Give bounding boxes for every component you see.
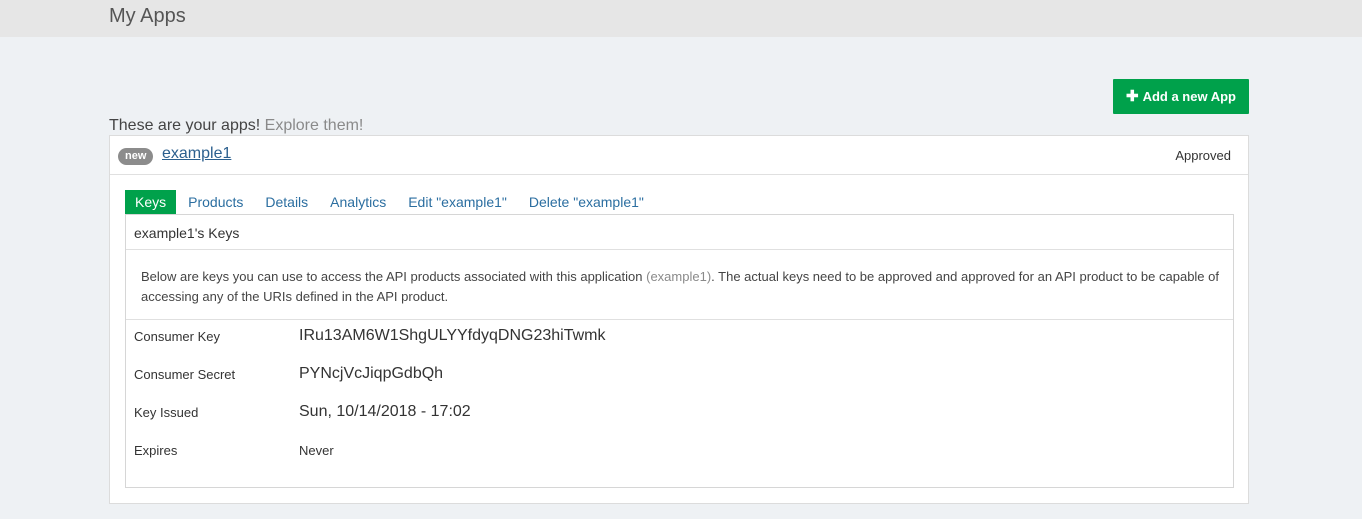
- consumer-key-label: Consumer Key: [134, 329, 220, 344]
- key-issued-value: Sun, 10/14/2018 - 17:02: [299, 403, 471, 420]
- expires-value: Never: [299, 443, 334, 458]
- consumer-secret-label: Consumer Secret: [134, 367, 236, 382]
- keys-description: Below are keys you can use to access the…: [141, 267, 1221, 307]
- keys-panel: example1's Keys Below are keys you can u…: [125, 214, 1234, 488]
- tab-products[interactable]: Products: [178, 190, 253, 214]
- add-new-app-label: Add a new App: [1142, 89, 1236, 104]
- top-bar: My Apps: [0, 0, 1362, 37]
- key-issued-label: Key Issued: [134, 405, 199, 420]
- expires-label: Expires: [134, 443, 178, 458]
- intro-text: These are your apps! Explore them!: [109, 117, 363, 135]
- keys-title: example1's Keys: [134, 225, 240, 241]
- page-title: My Apps: [109, 5, 186, 27]
- app-panel: new example1 Approved Keys Products Deta…: [109, 135, 1249, 504]
- keys-desc-app: (example1): [646, 269, 712, 284]
- app-header: new example1 Approved: [110, 136, 1248, 175]
- keys-description-section: Below are keys you can use to access the…: [126, 249, 1233, 320]
- explore-link[interactable]: Explore them!: [265, 117, 364, 134]
- tab-details[interactable]: Details: [255, 190, 318, 214]
- tab-edit[interactable]: Edit "example1": [398, 190, 517, 214]
- app-name-link[interactable]: example1: [162, 145, 231, 163]
- tab-delete[interactable]: Delete "example1": [519, 190, 654, 214]
- tab-analytics[interactable]: Analytics: [320, 190, 396, 214]
- intro-message: These are your apps!: [109, 117, 261, 134]
- keys-desc-before: Below are keys you can use to access the…: [141, 269, 643, 284]
- consumer-secret-value: PYNcjVcJiqpGdbQh: [299, 365, 444, 382]
- app-tabs: Keys Products Details Analytics Edit "ex…: [125, 190, 656, 214]
- app-status: Approved: [1175, 148, 1231, 163]
- add-new-app-button[interactable]: ✚ Add a new App: [1113, 79, 1249, 114]
- tab-keys[interactable]: Keys: [125, 190, 177, 214]
- consumer-key-value: IRu13AM6W1ShgULYYfdyqDNG23hiTwmk: [299, 327, 606, 344]
- new-badge: new: [118, 148, 154, 165]
- plus-icon: ✚: [1126, 88, 1139, 105]
